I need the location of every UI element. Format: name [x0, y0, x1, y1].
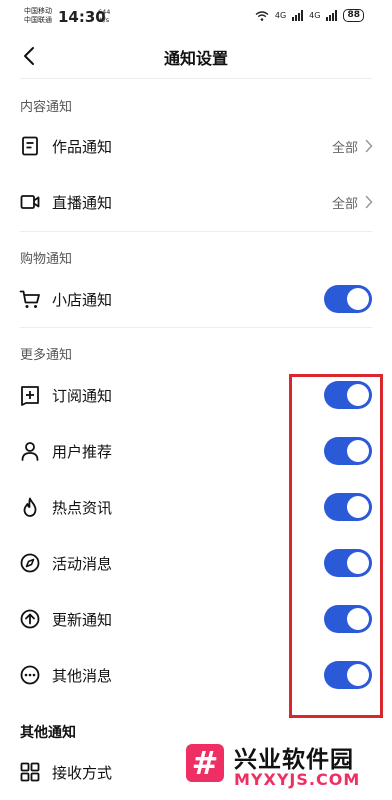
row-label: 更新通知	[52, 611, 113, 629]
row-label: 直播通知	[52, 194, 113, 212]
network-type-2: 4G	[309, 11, 321, 20]
network-speed: 644 K/s	[98, 8, 110, 24]
watermark: # 兴业软件园 MYXYJS.COM	[186, 740, 386, 796]
watermark-title: 兴业软件园	[234, 747, 354, 773]
signal-icon-1	[292, 10, 304, 21]
divider	[20, 327, 372, 328]
carrier-names: 中国移动 中国联通	[24, 7, 52, 25]
page-title: 通知设置	[163, 49, 228, 68]
section-title-shopping: 购物通知	[20, 252, 73, 267]
grid-icon	[20, 762, 40, 782]
toggle-switch[interactable]	[324, 285, 372, 313]
nav-bar: 通知设置	[0, 34, 392, 78]
section-title-more: 更多通知	[20, 348, 73, 363]
compass-icon	[20, 553, 40, 573]
row-shop-store: 小店通知	[0, 273, 392, 325]
row-value: 全部	[331, 197, 358, 212]
system-icons: 4G 4G 88	[255, 9, 364, 22]
subscribe-plus-icon	[21, 386, 39, 406]
section-title-other: 其他通知	[20, 725, 76, 741]
document-icon	[22, 136, 38, 156]
speed-value: 644	[98, 8, 111, 16]
arrow-up-circle-icon	[20, 609, 40, 629]
carrier-1: 中国移动	[24, 7, 52, 15]
flame-icon	[23, 497, 37, 517]
section-title-content: 内容通知	[20, 100, 73, 115]
wifi-icon	[255, 10, 269, 21]
status-bar: 中国移动 中国联通 14:30 644 K/s 4G 4G 88	[0, 0, 392, 34]
row-label: 作品通知	[52, 138, 113, 156]
video-camera-icon	[20, 195, 40, 209]
user-icon	[21, 442, 39, 461]
row-label: 订阅通知	[52, 387, 113, 405]
row-label: 接收方式	[52, 764, 113, 782]
highlight-box	[289, 374, 383, 718]
row-label: 热点资讯	[52, 499, 113, 517]
battery-icon: 88	[343, 9, 364, 22]
watermark-url: MYXYJS.COM	[234, 770, 361, 789]
row-content-works[interactable]: 作品通知 全部	[0, 120, 392, 172]
row-label: 活动消息	[52, 555, 113, 573]
toggle-knob	[347, 288, 369, 310]
signal-icon-2	[326, 10, 338, 21]
watermark-logo: #	[186, 744, 224, 782]
chevron-right-icon	[365, 139, 373, 153]
cart-icon	[19, 290, 40, 308]
divider	[20, 78, 372, 79]
network-type-1: 4G	[274, 11, 287, 20]
speed-unit: K/s	[99, 16, 110, 24]
more-dots-circle-icon	[20, 665, 40, 685]
row-label: 小店通知	[52, 291, 113, 309]
row-label: 用户推荐	[52, 443, 113, 461]
carrier-2: 中国联通	[24, 16, 52, 24]
row-label: 其他消息	[52, 667, 113, 685]
row-value: 全部	[331, 141, 358, 156]
chevron-right-icon	[365, 195, 373, 209]
row-content-live[interactable]: 直播通知 全部	[0, 176, 392, 228]
divider	[20, 231, 372, 232]
